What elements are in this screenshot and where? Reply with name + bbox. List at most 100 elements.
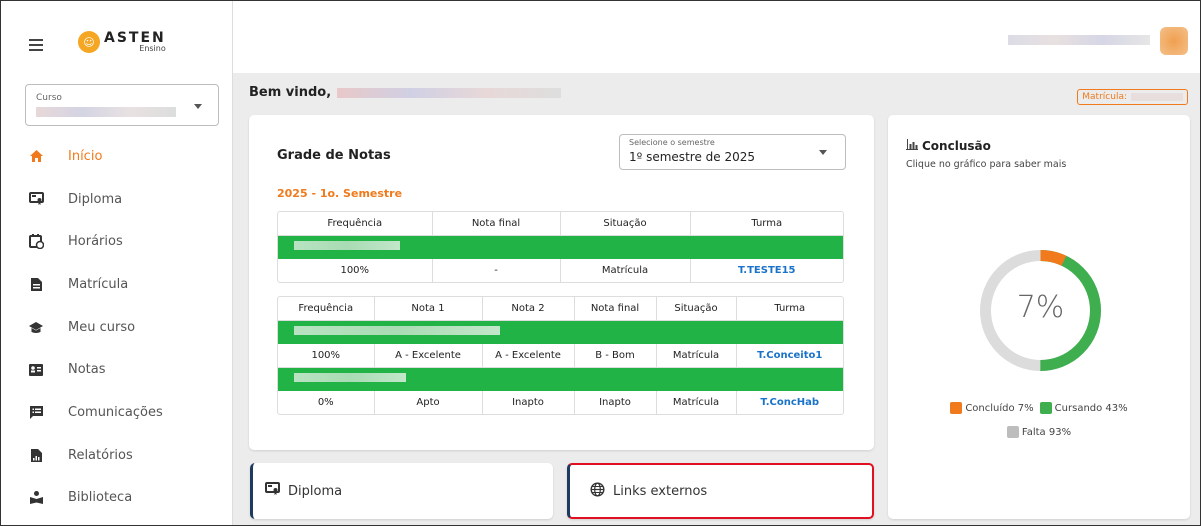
table-cell: B - Bom [574, 344, 657, 368]
sidebar-item-label: Diploma [68, 191, 123, 207]
column-header: Frequência [278, 297, 375, 321]
course-select-label: Curso [36, 93, 62, 103]
grades-icon [27, 362, 45, 378]
legend-swatch [1039, 402, 1052, 414]
subject-row [278, 320, 843, 344]
table-cell: 100% [278, 259, 433, 282]
matricula-label: Matrícula: [1082, 92, 1127, 102]
sidebar-item-comunicacoes[interactable]: Comunicações [1, 391, 232, 434]
table-cell: - [432, 259, 561, 282]
legend-item-concluido[interactable]: Concluído 7% [950, 402, 1034, 414]
sidebar-item-relatorios[interactable]: Relatórios [1, 434, 232, 477]
sidebar-item-label: Comunicações [68, 404, 163, 420]
user-name-redacted [1008, 35, 1150, 45]
course-select[interactable]: Curso [25, 84, 219, 126]
turma-link[interactable]: T.TESTE15 [690, 259, 843, 282]
column-header: Situação [656, 297, 737, 321]
sidebar-item-diploma[interactable]: Diploma [1, 178, 232, 221]
sidebar-item-horarios[interactable]: Horários [1, 220, 232, 263]
sidebar-item-biblioteca[interactable]: Biblioteca [1, 477, 232, 520]
column-header: Nota final [432, 212, 561, 236]
sidebar-item-label: Meu curso [68, 319, 136, 335]
chevron-down-icon [194, 104, 202, 109]
grades-table-1: Frequência Nota final Situação Turma 100… [277, 211, 844, 283]
diploma-card[interactable]: Diploma [250, 463, 553, 519]
table-row: 0% Apto Inapto Inapto Matrícula T.ConcHa… [278, 391, 843, 414]
column-header: Nota 1 [374, 297, 483, 321]
turma-link[interactable]: T.ConcHab [736, 391, 843, 414]
logo-subtext: Ensino [139, 44, 166, 53]
graduation-cap-icon [27, 319, 45, 335]
message-list-icon [27, 404, 45, 420]
sidebar: ☺ ASTEN Ensino Curso Início Diploma Horá… [1, 1, 233, 525]
sidebar-nav: Início Diploma Horários Matrícula Meu cu… [1, 135, 232, 519]
legend-swatch [950, 402, 963, 414]
donut-center-value: 7% [1016, 290, 1065, 325]
conclusion-card: Conclusão Clique no gráfico para saber m… [888, 115, 1190, 519]
table-cell: A - Excelente [374, 344, 483, 368]
table-cell: 100% [278, 344, 375, 368]
table-header-row: Frequência Nota final Situação Turma [278, 212, 843, 236]
sidebar-item-label: Relatórios [68, 447, 133, 463]
subject-name-redacted [294, 241, 400, 251]
certificate-icon [265, 482, 280, 500]
conclusion-subtitle: Clique no gráfico para saber mais [906, 159, 1067, 170]
welcome-text: Bem vindo, [249, 85, 332, 100]
grades-table-2: Frequência Nota 1 Nota 2 Nota final Situ… [277, 296, 844, 415]
external-links-card[interactable]: Links externos [567, 463, 874, 519]
legend-item-falta[interactable]: Falta 93% [1006, 426, 1072, 438]
conclusion-title: Conclusão [906, 139, 991, 153]
sidebar-item-label: Biblioteca [68, 490, 133, 506]
legend-label: Falta 93% [1021, 426, 1072, 438]
legend-item-cursando[interactable]: Cursando 43% [1039, 402, 1128, 414]
home-icon [27, 148, 45, 164]
library-reader-icon [27, 490, 45, 506]
legend-label: Cursando 43% [1054, 402, 1128, 414]
column-header: Nota 2 [482, 297, 575, 321]
legend-label: Concluído 7% [965, 402, 1034, 414]
table-header-row: Frequência Nota 1 Nota 2 Nota final Situ… [278, 297, 843, 321]
table-cell: Apto [374, 391, 483, 414]
table-row: 100% - Matrícula T.TESTE15 [278, 259, 843, 282]
external-links-label: Links externos [613, 483, 708, 499]
sidebar-item-label: Matrícula [68, 276, 129, 292]
diploma-card-label: Diploma [288, 483, 343, 499]
avatar[interactable] [1160, 27, 1188, 55]
table-cell: Matrícula [656, 344, 737, 368]
column-header: Turma [736, 297, 843, 321]
certificate-icon [27, 191, 45, 207]
sidebar-item-notas[interactable]: Notas [1, 348, 232, 391]
calendar-clock-icon [27, 234, 45, 250]
logo-text: ASTEN [104, 30, 166, 46]
chevron-down-icon [819, 150, 827, 155]
conclusion-title-text: Conclusão [922, 139, 991, 153]
turma-link[interactable]: T.Conceito1 [736, 344, 843, 368]
menu-icon[interactable] [29, 39, 43, 54]
semester-select[interactable]: Selecione o semestre 1º semestre de 2025 [619, 134, 846, 170]
semester-select-label: Selecione o semestre [629, 138, 715, 147]
report-chart-icon [27, 447, 45, 463]
document-icon [27, 276, 45, 292]
logo-icon: ☺ [78, 31, 100, 53]
matricula-value-redacted [1131, 93, 1183, 101]
bar-chart-icon [906, 139, 918, 153]
top-bar [233, 1, 1200, 73]
table-cell: Inapto [574, 391, 657, 414]
grades-card: Grade de Notas Selecione o semestre 1º s… [249, 115, 874, 450]
table-cell: 0% [278, 391, 375, 414]
table-cell: Inapto [482, 391, 575, 414]
sidebar-item-matricula[interactable]: Matrícula [1, 263, 232, 306]
sidebar-item-label: Início [68, 148, 103, 164]
sidebar-item-inicio[interactable]: Início [1, 135, 232, 178]
chart-legend: Concluído 7% Cursando 43% Falta 93% [888, 402, 1190, 450]
globe-icon [590, 481, 605, 501]
matricula-badge: Matrícula: [1077, 89, 1188, 105]
table-cell: Matrícula [560, 259, 691, 282]
student-name-redacted [337, 87, 562, 98]
table-cell: Matrícula [656, 391, 737, 414]
course-select-value-redacted [36, 107, 176, 117]
app-logo[interactable]: ☺ ASTEN Ensino [78, 31, 166, 53]
welcome-heading: Bem vindo, [249, 85, 562, 100]
sidebar-item-meu-curso[interactable]: Meu curso [1, 306, 232, 349]
semester-heading: 2025 - 1o. Semestre [277, 187, 403, 200]
